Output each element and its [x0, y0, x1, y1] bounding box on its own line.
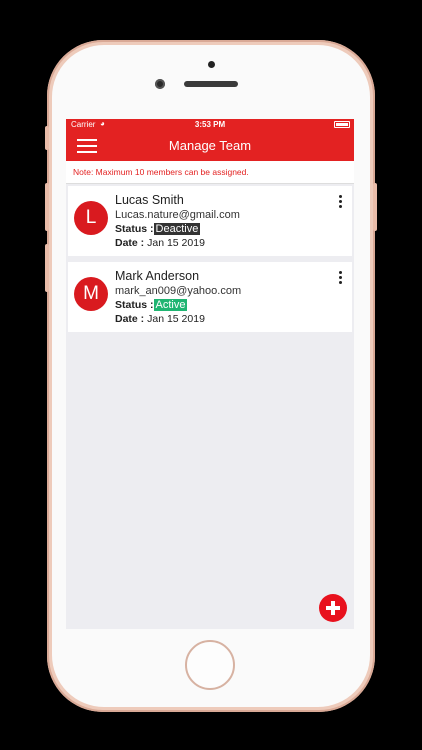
- member-email: mark_an009@yahoo.com: [115, 285, 242, 297]
- date-label: Date :: [115, 237, 145, 249]
- volume-up-button: [45, 183, 49, 231]
- member-limit-note: Note: Maximum 10 members can be assigned…: [66, 161, 354, 184]
- date-label: Date :: [115, 313, 145, 325]
- add-member-plus-icon[interactable]: [319, 594, 347, 622]
- more-options-icon[interactable]: [337, 271, 343, 287]
- more-options-icon[interactable]: [337, 195, 343, 211]
- member-name: Lucas Smith: [115, 193, 184, 207]
- member-email: Lucas.nature@gmail.com: [115, 209, 240, 221]
- battery-icon: [334, 121, 350, 128]
- volume-down-button: [45, 244, 49, 292]
- avatar: M: [74, 277, 108, 311]
- avatar: L: [74, 201, 108, 235]
- status-badge: Deactive: [153, 223, 201, 235]
- member-card[interactable]: L Lucas Smith Lucas.nature@gmail.com Sta…: [68, 186, 352, 256]
- front-camera: [155, 79, 165, 89]
- status-bar: Carrier ◕ 3:53 PM: [66, 119, 354, 131]
- member-date: Jan 15 2019: [147, 313, 205, 325]
- home-button[interactable]: [185, 640, 235, 690]
- member-card[interactable]: M Mark Anderson mark_an009@yahoo.com Sta…: [68, 262, 352, 332]
- app-screen: Carrier ◕ 3:53 PM Manage Team Note: Maxi…: [66, 119, 354, 629]
- status-label: Status :: [115, 299, 154, 311]
- member-date: Jan 15 2019: [147, 237, 205, 249]
- member-name: Mark Anderson: [115, 269, 200, 283]
- mute-switch: [45, 126, 49, 150]
- nav-bar: Manage Team: [66, 131, 354, 161]
- power-button: [373, 183, 377, 231]
- status-label: Status :: [115, 223, 154, 235]
- proximity-sensor: [208, 61, 215, 68]
- page-title: Manage Team: [168, 138, 252, 153]
- status-badge: Active: [153, 299, 188, 311]
- earpiece-speaker: [184, 81, 238, 87]
- clock: 3:53 PM: [194, 120, 226, 129]
